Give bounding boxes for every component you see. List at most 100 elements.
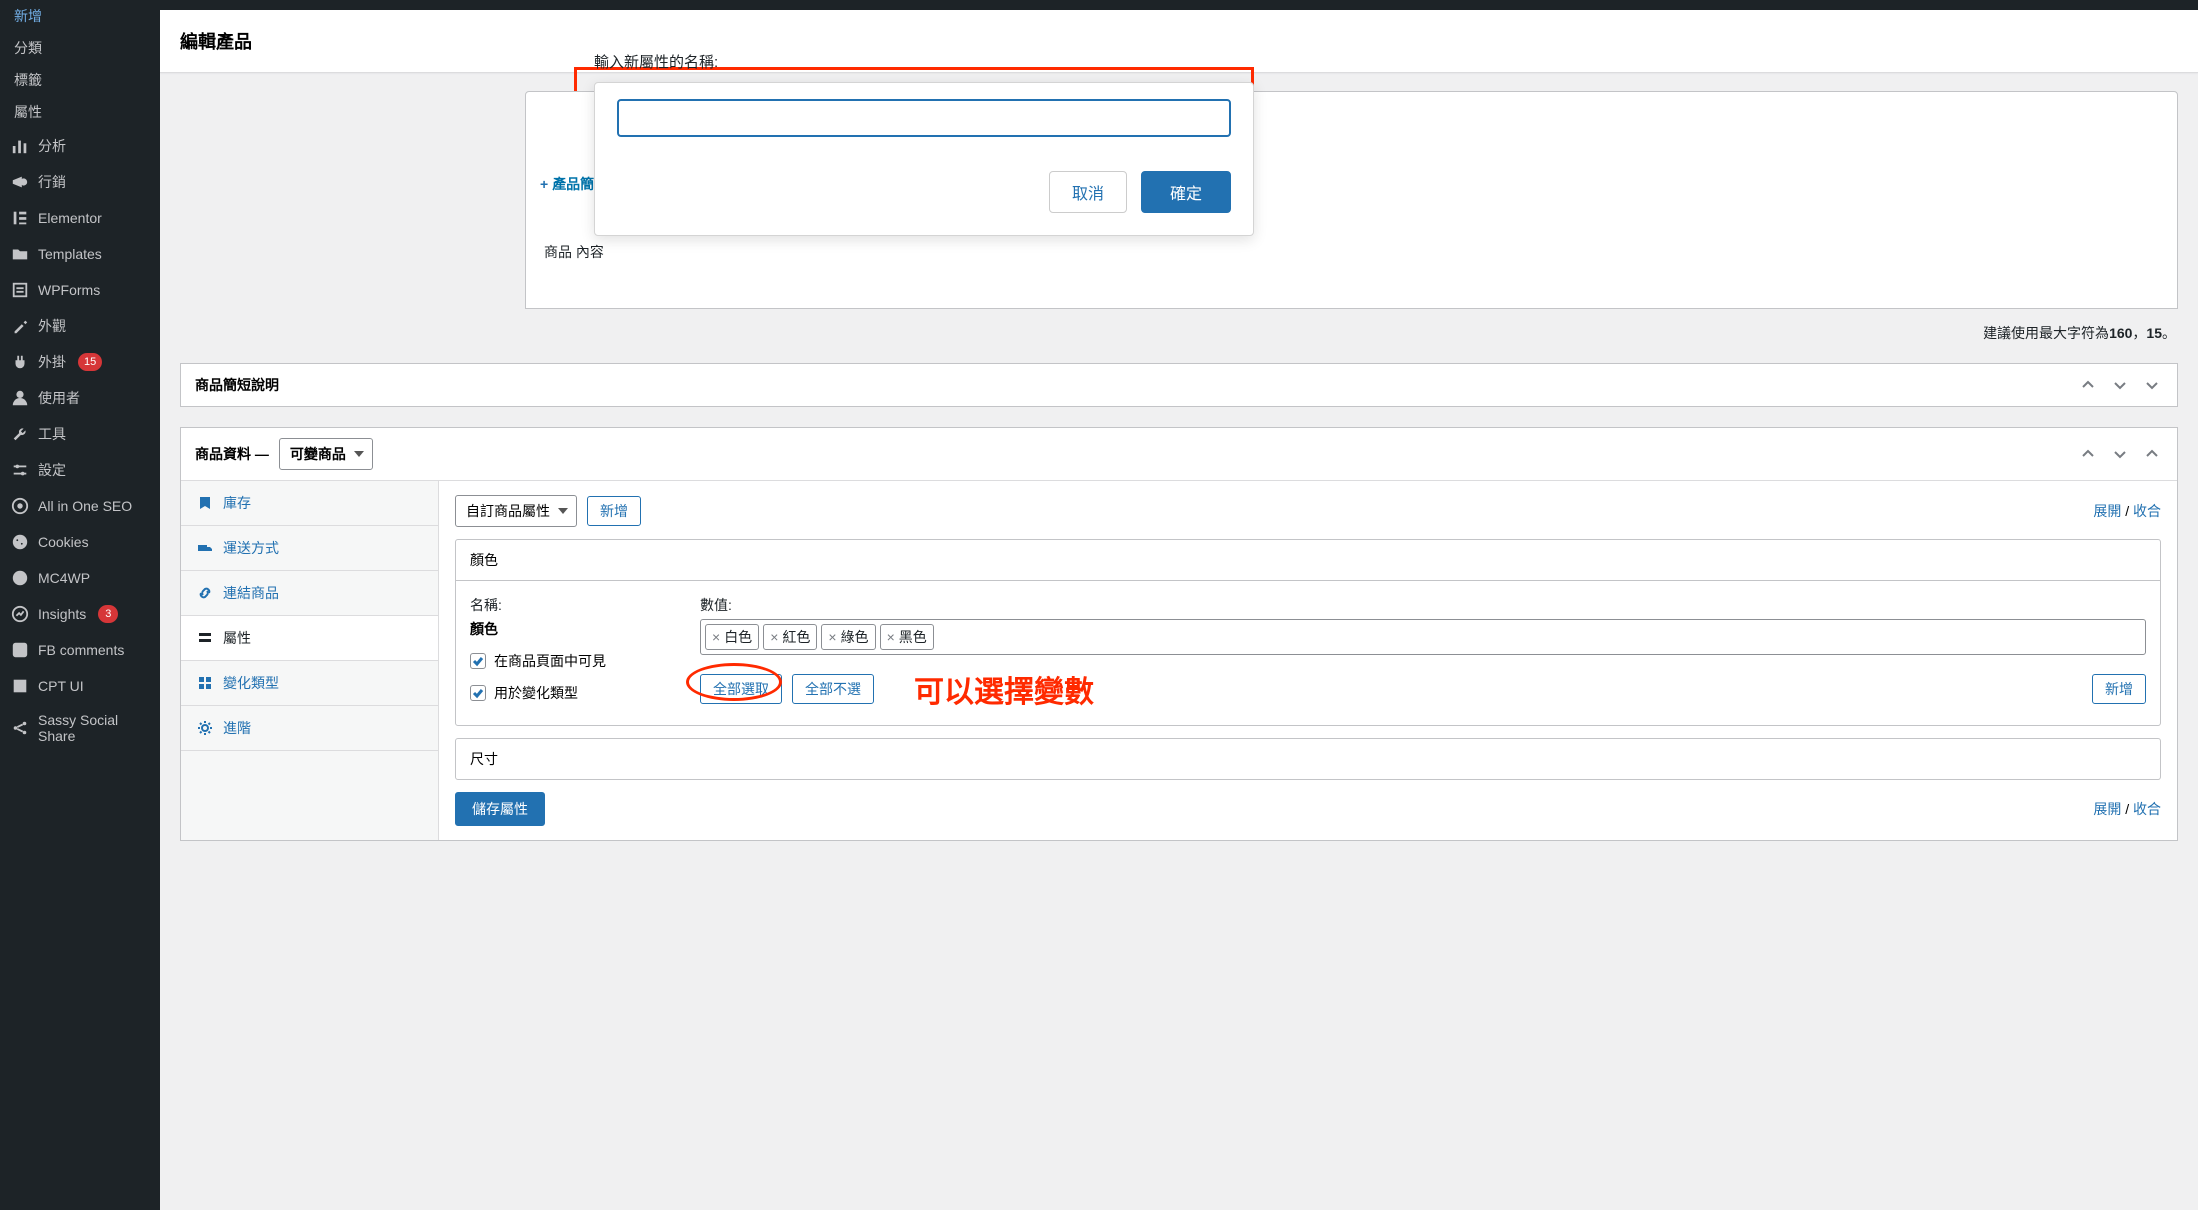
tag-red[interactable]: ×紅色	[763, 624, 817, 650]
foot-collapse-link[interactable]: 收合	[2133, 801, 2161, 817]
sidebar-item-wpforms[interactable]: WPForms	[0, 272, 160, 308]
attribute-head-size[interactable]: 尺寸	[456, 739, 2160, 779]
tag-remove-icon[interactable]: ×	[770, 629, 778, 645]
sidebar-item-marketing[interactable]: 行銷	[0, 164, 160, 200]
sidebar-item-templates[interactable]: Templates	[0, 236, 160, 272]
collapse-link[interactable]: 收合	[2133, 503, 2161, 519]
cookie-icon	[10, 532, 30, 552]
brush-icon	[10, 316, 30, 336]
tab-variations[interactable]: 變化類型	[181, 661, 438, 706]
sidebar-item-analytics[interactable]: 分析	[0, 128, 160, 164]
tab-label: 屬性	[223, 628, 251, 648]
sidebar-item-label: Sassy Social Share	[38, 712, 150, 744]
sidebar-item-mc4wp[interactable]: MC4WP	[0, 560, 160, 596]
tab-shipping[interactable]: 運送方式	[181, 526, 438, 571]
dialog-input[interactable]	[617, 99, 1231, 137]
tag-remove-icon[interactable]: ×	[712, 629, 720, 645]
sidebar-sub-attributes[interactable]: 屬性	[0, 96, 160, 128]
panel-down-button[interactable]	[2109, 443, 2131, 465]
sidebar-item-insights[interactable]: Insights 3	[0, 596, 160, 632]
add-attribute-button[interactable]: 新增	[587, 496, 641, 526]
desc-content-label: 商品 內容	[544, 238, 604, 266]
tag-label: 紅色	[782, 627, 810, 647]
dialog-cancel-button[interactable]: 取消	[1049, 171, 1127, 213]
sidebar-item-label: MC4WP	[38, 570, 90, 586]
tag-label: 白色	[724, 627, 752, 647]
attribute-block-color: 顏色 名稱: 顏色 在商品頁面中可見	[455, 539, 2161, 726]
sidebar-item-fbcomments[interactable]: FB comments	[0, 632, 160, 668]
sidebar-item-cptui[interactable]: CPT UI	[0, 668, 160, 704]
user-icon	[10, 388, 30, 408]
form-icon	[10, 280, 30, 300]
wrench-icon	[10, 424, 30, 444]
chart-icon	[10, 136, 30, 156]
attr-value-tagbox[interactable]: ×白色 ×紅色 ×綠色 ×黑色	[700, 619, 2146, 655]
sidebar-item-settings[interactable]: 設定	[0, 452, 160, 488]
sidebar-sub-tags[interactable]: 標籤	[0, 64, 160, 96]
tab-label: 庫存	[223, 493, 251, 513]
sidebar-item-aioseo[interactable]: All in One SEO	[0, 488, 160, 524]
sidebar-item-elementor[interactable]: Elementor	[0, 200, 160, 236]
share-icon	[10, 718, 30, 738]
mc4wp-icon	[10, 568, 30, 588]
short-description-title: 商品簡短說明	[195, 375, 279, 395]
add-value-button[interactable]: 新增	[2092, 674, 2146, 704]
visible-label: 在商品頁面中可見	[494, 651, 606, 671]
sidebar-item-label: 分析	[38, 136, 66, 156]
attribute-select[interactable]: 自訂商品屬性	[455, 495, 577, 527]
sidebar-item-label: 使用者	[38, 388, 80, 408]
sidebar-item-label: WPForms	[38, 282, 100, 298]
sidebar-item-tools[interactable]: 工具	[0, 416, 160, 452]
insights-icon	[10, 604, 30, 624]
sidebar-item-label: Insights	[38, 606, 86, 622]
sidebar-item-users[interactable]: 使用者	[0, 380, 160, 416]
tab-attributes[interactable]: 屬性	[181, 616, 438, 661]
select-none-button[interactable]: 全部不選	[792, 674, 874, 704]
tag-black[interactable]: ×黑色	[880, 624, 934, 650]
panel-up-button[interactable]	[2077, 443, 2099, 465]
tab-linked-products[interactable]: 連結商品	[181, 571, 438, 616]
tab-label: 連結商品	[223, 583, 279, 603]
cpt-icon	[10, 676, 30, 696]
sidebar-item-label: 工具	[38, 424, 66, 444]
visible-checkbox[interactable]	[470, 653, 486, 669]
select-all-button[interactable]: 全部選取	[700, 674, 782, 704]
megaphone-icon	[10, 172, 30, 192]
tag-label: 綠色	[841, 627, 869, 647]
attribute-head-color[interactable]: 顏色	[456, 540, 2160, 581]
sidebar-item-plugins[interactable]: 外掛 15	[0, 344, 160, 380]
sidebar-sub-categories[interactable]: 分類	[0, 32, 160, 64]
variation-checkbox[interactable]	[470, 685, 486, 701]
tab-inventory[interactable]: 庫存	[181, 481, 438, 526]
sidebar-item-sassy[interactable]: Sassy Social Share	[0, 704, 160, 752]
panel-toggle-button[interactable]	[2141, 443, 2163, 465]
seo-icon	[10, 496, 30, 516]
insights-badge: 3	[98, 605, 118, 623]
panel-up-button[interactable]	[2077, 374, 2099, 396]
tab-advanced[interactable]: 進階	[181, 706, 438, 751]
product-type-select[interactable]: 可變商品	[279, 438, 373, 470]
sidebar-item-label: FB comments	[38, 642, 124, 658]
tag-remove-icon[interactable]: ×	[828, 629, 836, 645]
sidebar-item-cookies[interactable]: Cookies	[0, 524, 160, 560]
tag-remove-icon[interactable]: ×	[887, 629, 895, 645]
sidebar-item-appearance[interactable]: 外觀	[0, 308, 160, 344]
panel-toggle-button[interactable]	[2141, 374, 2163, 396]
desc-hint: 建議使用最大字符為160，15。	[525, 315, 2178, 343]
sidebar-item-label: All in One SEO	[38, 498, 132, 514]
tag-green[interactable]: × 綠色	[821, 624, 875, 650]
attr-value-label: 數值:	[700, 595, 2146, 615]
sidebar-item-label: 外掛	[38, 352, 66, 372]
sidebar-sub-add[interactable]: 新增	[0, 0, 160, 32]
dialog-label: 輸入新屬性的名稱:	[594, 51, 1254, 72]
tag-white[interactable]: ×白色	[705, 624, 759, 650]
panel-down-button[interactable]	[2109, 374, 2131, 396]
save-attributes-button[interactable]: 儲存屬性	[455, 792, 545, 826]
product-data-title: 商品資料 —	[195, 444, 269, 464]
foot-expand-collapse: 展開 / 收合	[2093, 799, 2161, 819]
sidebar-item-label: Templates	[38, 246, 102, 262]
dialog-confirm-button[interactable]: 確定	[1141, 171, 1231, 213]
expand-link[interactable]: 展開	[2093, 503, 2121, 519]
folder-icon	[10, 244, 30, 264]
foot-expand-link[interactable]: 展開	[2093, 801, 2121, 817]
